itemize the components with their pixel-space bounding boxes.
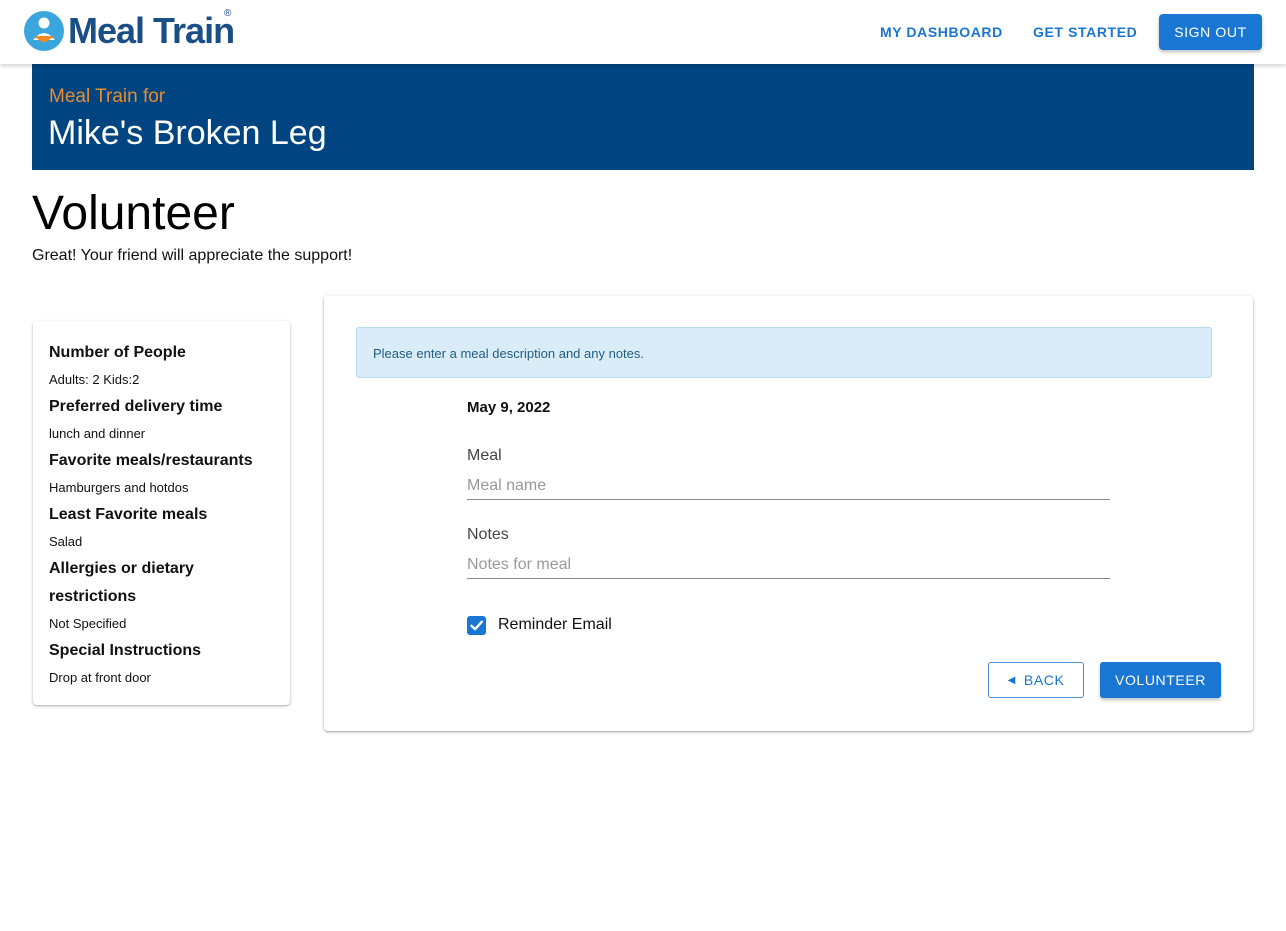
info-value-number-of-people: Adults: 2 Kids:2 [49,372,140,387]
registered-mark: ® [224,8,232,19]
notes-input[interactable] [467,551,1110,579]
page-title: Volunteer [32,187,235,240]
notes-label: Notes [467,526,509,543]
info-value-favorite-meals: Hamburgers and hotdos [49,480,189,495]
info-alert: Please enter a meal description and any … [356,327,1212,378]
alert-text: Please enter a meal description and any … [373,346,645,361]
reminder-email-checkbox[interactable] [467,616,486,635]
sign-out-button[interactable]: SIGN OUT [1159,14,1262,50]
meal-train-logo[interactable]: Meal Train ® [23,8,235,52]
volunteer-form-card: Please enter a meal description and any … [324,296,1253,731]
info-label-special-instructions: Special Instructions [49,642,202,659]
info-label-allergies: Allergies or dietary restrictions [49,560,194,605]
banner-subtitle: Meal Train for [49,86,166,107]
logo-text: Meal Train [68,10,235,51]
info-label-number-of-people: Number of People [49,344,186,361]
check-icon [470,620,483,631]
banner-title: Mike's Broken Leg [48,114,327,152]
reminder-email-label[interactable]: Reminder Email [498,616,612,634]
info-value-special-instructions: Drop at front door [49,670,151,685]
meal-train-banner: Meal Train for Mike's Broken Leg [32,64,1254,170]
recipient-info-card: Number of People Adults: 2 Kids:2 Prefer… [33,321,290,705]
top-navbar: Meal Train ® MY DASHBOARD GET STARTED SI… [0,0,1286,64]
info-label-favorite-meals: Favorite meals/restaurants [49,452,253,469]
info-value-least-favorite: Salad [49,534,83,549]
meal-name-input[interactable] [467,472,1110,500]
info-label-least-favorite: Least Favorite meals [49,506,208,523]
back-button[interactable]: ◀ BACK [988,662,1084,698]
info-label-delivery-time: Preferred delivery time [49,398,223,415]
caret-left-icon: ◀ [1007,674,1016,686]
volunteer-button[interactable]: VOLUNTEER [1100,662,1221,698]
page-subtitle: Great! Your friend will appreciate the s… [32,247,353,264]
back-button-label: BACK [1023,672,1065,688]
meal-date: May 9, 2022 [467,399,551,416]
nav-get-started[interactable]: GET STARTED [1033,24,1137,40]
nav-my-dashboard[interactable]: MY DASHBOARD [880,24,1003,40]
meal-label: Meal [467,447,502,464]
meal-train-logo-icon [24,11,64,51]
info-value-delivery-time: lunch and dinner [49,426,146,441]
info-value-allergies: Not Specified [49,616,127,631]
